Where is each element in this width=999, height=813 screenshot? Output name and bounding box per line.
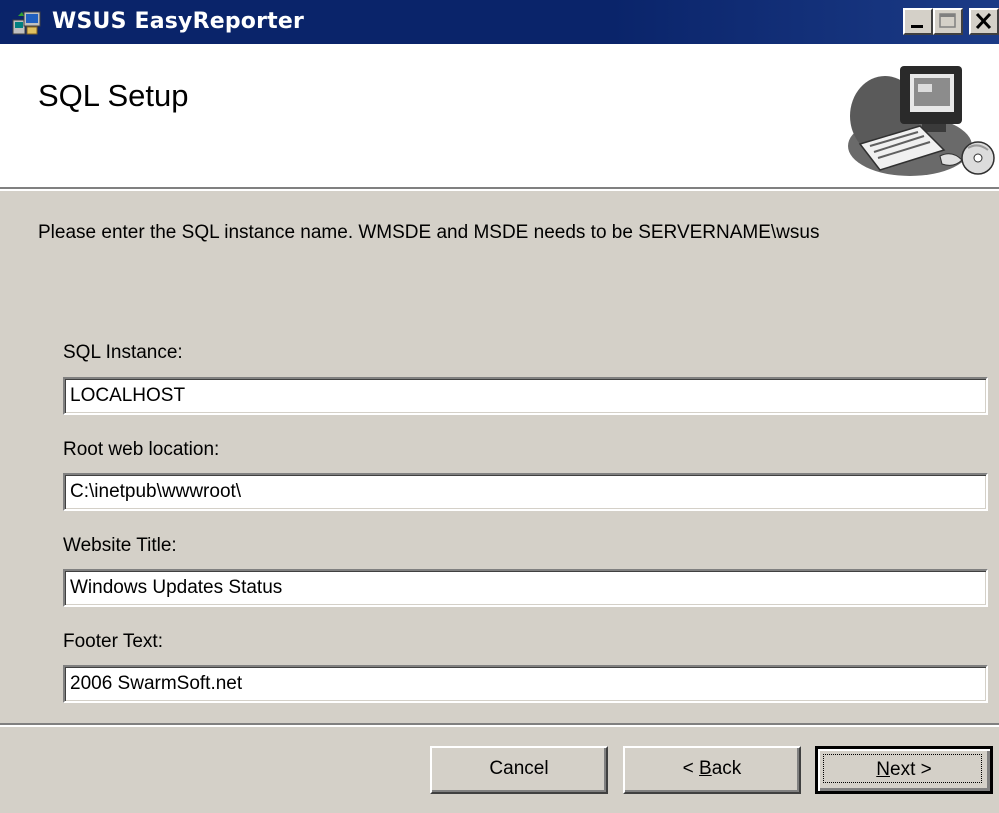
window-title: WSUS EasyReporter <box>52 9 305 34</box>
cancel-button-label: Cancel <box>489 758 549 779</box>
instructions-text: Please enter the SQL instance name. WMSD… <box>38 222 820 243</box>
root-web-location-label: Root web location: <box>63 439 220 460</box>
cancel-button[interactable]: Cancel <box>430 746 608 794</box>
sql-instance-input[interactable] <box>63 377 988 415</box>
footer-separator <box>0 723 999 727</box>
root-web-location-input[interactable] <box>63 473 988 511</box>
footer-text-label: Footer Text: <box>63 631 163 652</box>
wizard-header: SQL Setup <box>0 44 999 191</box>
sql-instance-label: SQL Instance: <box>63 342 183 363</box>
next-button[interactable]: Next > <box>815 746 993 794</box>
back-button[interactable]: < Back <box>623 746 801 794</box>
close-icon <box>975 12 992 30</box>
title-bar[interactable]: WSUS EasyReporter <box>0 0 999 44</box>
computer-workstation-illustration <box>848 66 995 176</box>
back-button-label: < Back <box>682 758 742 779</box>
installer-window: WSUS EasyReporter SQL Setup Please enter… <box>0 0 999 813</box>
footer-text-input[interactable] <box>63 665 988 703</box>
page-title: SQL Setup <box>38 78 189 113</box>
maximize-icon <box>939 13 956 28</box>
next-button-label: Next > <box>876 759 932 780</box>
maximize-button[interactable] <box>933 8 963 35</box>
installer-computer-icon <box>12 11 41 35</box>
minimize-icon <box>911 25 923 28</box>
website-title-input[interactable] <box>63 569 988 607</box>
minimize-button[interactable] <box>903 8 933 35</box>
close-button[interactable] <box>969 8 999 35</box>
website-title-label: Website Title: <box>63 535 177 556</box>
